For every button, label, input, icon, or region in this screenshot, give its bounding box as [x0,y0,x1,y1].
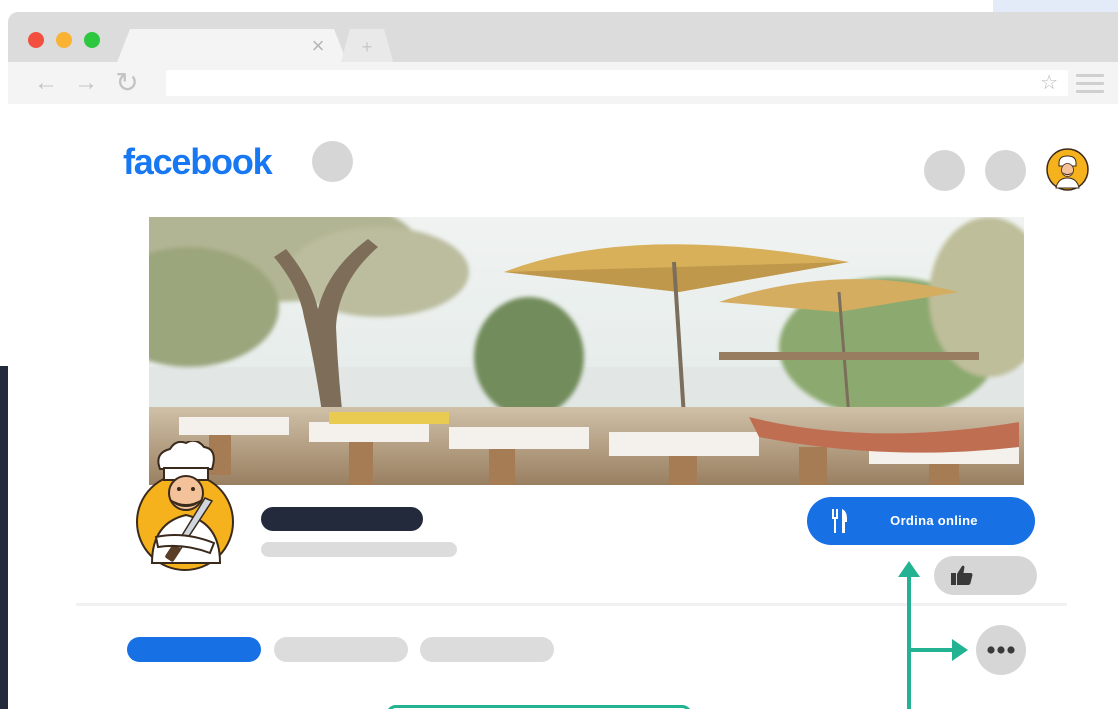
order-online-button[interactable]: Ordina online [807,497,1035,545]
browser-window-chrome: × + ← → ↻ ☆ [8,12,1118,104]
arrow-right-head [952,639,968,661]
page-category-placeholder [261,542,457,557]
address-bar[interactable]: ☆ [166,70,1068,96]
account-avatar[interactable] [1046,148,1089,191]
forward-arrow-icon[interactable]: → [72,68,100,98]
facebook-logo[interactable]: facebook [123,142,273,182]
page-profile-picture[interactable] [134,441,236,573]
thumbs-up-icon [951,565,973,585]
back-arrow-icon[interactable]: ← [32,68,60,98]
window-close-dot[interactable] [28,32,44,48]
screenshot-stage: × + ← → ↻ ☆ facebook Ordina online [0,0,1118,709]
background-panel-top-right [993,0,1118,12]
tab-placeholder-3[interactable] [420,637,554,662]
annotation-box [386,705,692,709]
new-tab-button[interactable]: + [340,29,394,65]
bookmark-star-icon[interactable]: ☆ [1040,70,1058,96]
header-icon-placeholder-2[interactable] [985,150,1026,191]
header-icon-placeholder-1[interactable] [924,150,965,191]
page-name-placeholder [261,507,423,531]
order-online-label: Ordina online [890,513,978,528]
more-options-button[interactable] [976,625,1026,675]
window-maximize-dot[interactable] [84,32,100,48]
profile-divider [76,603,1067,606]
tab-close-icon[interactable]: × [308,33,328,59]
more-dots-icon [987,646,1015,654]
tab-placeholder-active[interactable] [127,637,261,662]
arrow-up-head [898,561,920,577]
browser-toolbar: ← → ↻ ☆ [8,62,1118,104]
browser-menu-icon[interactable] [1076,74,1104,94]
tab-placeholder-2[interactable] [274,637,408,662]
window-minimize-dot[interactable] [56,32,72,48]
background-panel-left [0,366,8,709]
reload-icon[interactable]: ↻ [112,68,142,98]
search-button-placeholder[interactable] [312,141,353,182]
like-page-button[interactable] [934,556,1037,595]
cover-photo [149,217,1024,485]
